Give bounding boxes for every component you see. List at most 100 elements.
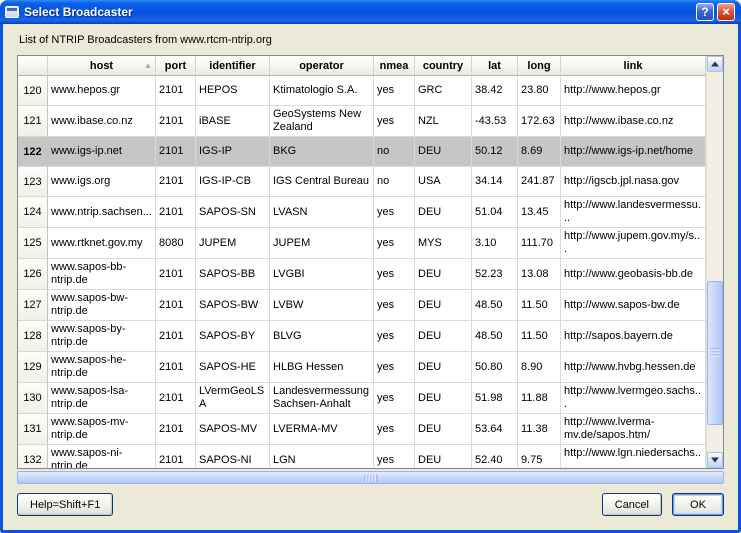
cell-host[interactable]: www.ntrip.sachsen...: [48, 197, 156, 228]
cell-identifier[interactable]: SAPOS-HE: [196, 352, 270, 383]
table-row[interactable]: 124 www.ntrip.sachsen... 2101 SAPOS-SN L…: [18, 197, 706, 228]
cell-long[interactable]: 8.90: [518, 352, 561, 383]
cell-link[interactable]: http://www.hepos.gr: [561, 76, 706, 106]
row-number[interactable]: 125: [18, 228, 48, 259]
cell-link[interactable]: http://www.lvermgeo.sachs...: [561, 383, 706, 414]
cell-port[interactable]: 2101: [156, 414, 196, 445]
cell-link[interactable]: http://www.geobasis-bb.de: [561, 259, 706, 290]
cell-lat[interactable]: 38.42: [472, 76, 518, 106]
titlebar[interactable]: Select Broadcaster ? ×: [0, 0, 741, 24]
cell-lat[interactable]: 50.12: [472, 137, 518, 167]
cell-identifier[interactable]: SAPOS-MV: [196, 414, 270, 445]
cell-long[interactable]: 9.75: [518, 445, 561, 468]
cell-long[interactable]: 13.08: [518, 259, 561, 290]
cell-nmea[interactable]: no: [374, 137, 415, 167]
cell-country[interactable]: DEU: [415, 352, 472, 383]
cell-identifier[interactable]: LVermGeoLSA: [196, 383, 270, 414]
cell-identifier[interactable]: IGS-IP-CB: [196, 167, 270, 197]
cell-country[interactable]: DEU: [415, 197, 472, 228]
cell-lat[interactable]: -43.53: [472, 106, 518, 137]
table-row[interactable]: 120 www.hepos.gr 2101 HEPOS Ktimatologio…: [18, 76, 706, 106]
table-row[interactable]: 129 www.sapos-he-ntrip.de 2101 SAPOS-HE …: [18, 352, 706, 383]
cell-country[interactable]: DEU: [415, 259, 472, 290]
column-header-link[interactable]: link: [561, 56, 706, 76]
cell-port[interactable]: 2101: [156, 259, 196, 290]
column-header-nmea[interactable]: nmea: [374, 56, 415, 76]
column-header-port[interactable]: port: [156, 56, 196, 76]
column-header-operator[interactable]: operator: [270, 56, 374, 76]
cell-port[interactable]: 2101: [156, 352, 196, 383]
column-header-lat[interactable]: lat: [472, 56, 518, 76]
cell-lat[interactable]: 53.64: [472, 414, 518, 445]
cell-operator[interactable]: JUPEM: [270, 228, 374, 259]
cell-operator[interactable]: Landesvermessung Sachsen-Anhalt: [270, 383, 374, 414]
cell-host[interactable]: www.sapos-ni-ntrip.de: [48, 445, 156, 468]
scroll-up-icon[interactable]: [707, 56, 723, 72]
cell-operator[interactable]: IGS Central Bureau: [270, 167, 374, 197]
cell-nmea[interactable]: yes: [374, 383, 415, 414]
cell-identifier[interactable]: SAPOS-NI: [196, 445, 270, 468]
cell-link[interactable]: http://www.jupem.gov.my/s...: [561, 228, 706, 259]
cell-host[interactable]: www.sapos-by-ntrip.de: [48, 321, 156, 352]
cell-link[interactable]: http://www.sapos-bw.de: [561, 290, 706, 321]
row-number[interactable]: 124: [18, 197, 48, 228]
cell-link[interactable]: http://www.igs-ip.net/home: [561, 137, 706, 167]
cell-identifier[interactable]: SAPOS-BW: [196, 290, 270, 321]
cell-operator[interactable]: HLBG Hessen: [270, 352, 374, 383]
cell-host[interactable]: www.hepos.gr: [48, 76, 156, 106]
cell-long[interactable]: 172.63: [518, 106, 561, 137]
table-row[interactable]: 125 www.rtknet.gov.my 8080 JUPEM JUPEM y…: [18, 228, 706, 259]
cell-identifier[interactable]: JUPEM: [196, 228, 270, 259]
cell-host[interactable]: www.sapos-bb-ntrip.de: [48, 259, 156, 290]
cell-link[interactable]: http://www.lverma-mv.de/sapos.htm/: [561, 414, 706, 445]
cell-port[interactable]: 2101: [156, 321, 196, 352]
row-number[interactable]: 130: [18, 383, 48, 414]
row-number[interactable]: 131: [18, 414, 48, 445]
horizontal-scroll-thumb[interactable]: [17, 471, 724, 484]
cell-country[interactable]: DEU: [415, 383, 472, 414]
row-number[interactable]: 120: [18, 76, 48, 106]
cell-operator[interactable]: GeoSystems New Zealand: [270, 106, 374, 137]
cell-nmea[interactable]: yes: [374, 197, 415, 228]
row-number[interactable]: 129: [18, 352, 48, 383]
cell-host[interactable]: www.ibase.co.nz: [48, 106, 156, 137]
column-header-long[interactable]: long: [518, 56, 561, 76]
cell-host[interactable]: www.igs.org: [48, 167, 156, 197]
cell-host[interactable]: www.sapos-bw-ntrip.de: [48, 290, 156, 321]
cell-port[interactable]: 2101: [156, 383, 196, 414]
cell-link[interactable]: http://www.ibase.co.nz: [561, 106, 706, 137]
cell-nmea[interactable]: yes: [374, 106, 415, 137]
cell-port[interactable]: 8080: [156, 228, 196, 259]
cell-country[interactable]: MYS: [415, 228, 472, 259]
help-button[interactable]: Help=Shift+F1: [17, 493, 113, 516]
table-row[interactable]: 128 www.sapos-by-ntrip.de 2101 SAPOS-BY …: [18, 321, 706, 352]
cell-host[interactable]: www.sapos-he-ntrip.de: [48, 352, 156, 383]
cell-port[interactable]: 2101: [156, 137, 196, 167]
cell-host[interactable]: www.sapos-lsa-ntrip.de: [48, 383, 156, 414]
close-icon[interactable]: ×: [717, 3, 735, 21]
cell-port[interactable]: 2101: [156, 290, 196, 321]
cell-nmea[interactable]: yes: [374, 290, 415, 321]
cell-operator[interactable]: BLVG: [270, 321, 374, 352]
row-number[interactable]: 126: [18, 259, 48, 290]
cell-host[interactable]: www.igs-ip.net: [48, 137, 156, 167]
cell-country[interactable]: DEU: [415, 321, 472, 352]
cell-port[interactable]: 2101: [156, 445, 196, 468]
cell-operator[interactable]: LGN: [270, 445, 374, 468]
cell-lat[interactable]: 52.23: [472, 259, 518, 290]
row-number[interactable]: 121: [18, 106, 48, 137]
cell-lat[interactable]: 48.50: [472, 290, 518, 321]
cell-identifier[interactable]: SAPOS-BY: [196, 321, 270, 352]
cell-long[interactable]: 11.38: [518, 414, 561, 445]
column-header-host[interactable]: host: [48, 56, 156, 76]
table-row[interactable]: 123 www.igs.org 2101 IGS-IP-CB IGS Centr…: [18, 167, 706, 197]
cell-long[interactable]: 111.70: [518, 228, 561, 259]
cell-nmea[interactable]: yes: [374, 228, 415, 259]
cell-lat[interactable]: 50.80: [472, 352, 518, 383]
cell-lat[interactable]: 34.14: [472, 167, 518, 197]
cell-link[interactable]: http://www.lgn.niedersachs...: [561, 445, 706, 468]
cell-link[interactable]: http://sapos.bayern.de: [561, 321, 706, 352]
cell-nmea[interactable]: yes: [374, 76, 415, 106]
cell-nmea[interactable]: yes: [374, 352, 415, 383]
cell-link[interactable]: http://www.landesvermessu...: [561, 197, 706, 228]
